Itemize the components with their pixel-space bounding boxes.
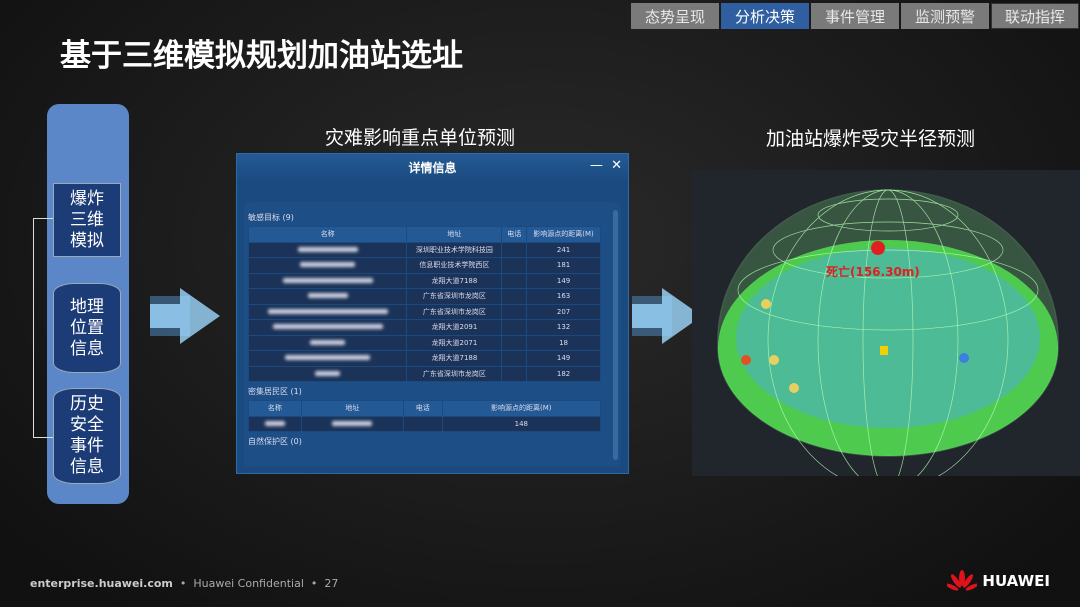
address-cell: 深圳职业技术学院科技园	[406, 241, 503, 258]
gas-station-icon[interactable]	[880, 346, 888, 355]
name-cell	[247, 303, 408, 320]
block-geo-info: 地理 位置 信息	[53, 283, 121, 373]
tab-monitoring[interactable]: 监测预警	[901, 3, 989, 29]
distance-cell: 149	[526, 350, 601, 367]
phone-cell	[501, 288, 528, 305]
table-row[interactable]: 龙翔大道2091 132	[247, 319, 601, 336]
table-row[interactable]: 信息职业技术学院西区 181	[247, 257, 601, 274]
distance-cell: 148	[441, 415, 602, 432]
phone-cell	[501, 257, 528, 274]
caption-impact: 灾难影响重点单位预测	[325, 127, 516, 149]
name-cell	[247, 241, 408, 258]
footer-confidential: Huawei Confidential	[193, 577, 304, 590]
col-distance: 影响源点的距离(M)	[526, 226, 601, 243]
brand-name: HUAWEI	[982, 572, 1050, 590]
distance-cell: 207	[526, 303, 601, 320]
poi-icon[interactable]	[959, 353, 969, 363]
col-address: 地址	[300, 400, 404, 417]
table-row[interactable]: 龙翔大道7188 149	[247, 272, 601, 289]
death-radius-label: 死亡(156.30m)	[826, 264, 920, 279]
section-nature: 自然保护区 (0)	[248, 437, 302, 446]
phone-cell	[501, 303, 528, 320]
huawei-flower-icon	[947, 570, 978, 591]
sensitive-table: 名称 地址 电话 影响源点的距离(M) 深圳职业技术学院科技园 241 信息职业技术学院西…	[247, 226, 601, 382]
explosion-marker-icon[interactable]	[871, 241, 885, 255]
huawei-logo: HUAWEI	[947, 570, 1050, 592]
block-history-info: 历史 安全 事件 信息	[53, 388, 121, 484]
col-distance: 影响源点的距离(M)	[441, 400, 602, 417]
phone-cell	[501, 319, 528, 336]
table-row[interactable]: 广东省深圳市龙岗区 163	[247, 288, 601, 305]
poi-icon[interactable]	[789, 383, 799, 393]
col-name: 名称	[248, 400, 302, 417]
name-cell	[247, 257, 408, 274]
distance-cell: 18	[526, 334, 601, 351]
tab-events[interactable]: 事件管理	[811, 3, 899, 29]
tab-command[interactable]: 联动指挥	[991, 3, 1079, 29]
residential-table: 名称 地址 电话 影响源点的距离(M) 148	[248, 400, 602, 432]
top-nav: 态势呈现 分析决策 事件管理 监测预警 联动指挥	[631, 3, 1079, 29]
tab-situation[interactable]: 态势呈现	[631, 3, 719, 29]
table-row[interactable]: 148	[248, 415, 602, 432]
caption-radius: 加油站爆炸受灾半径预测	[766, 128, 976, 150]
table-row[interactable]: 深圳职业技术学院科技园 241	[247, 241, 601, 258]
distance-cell: 149	[526, 272, 601, 289]
address-cell: 龙翔大道2091	[406, 319, 503, 336]
page-number: 27	[324, 577, 339, 590]
arrow-right-icon	[150, 288, 220, 344]
distance-cell: 163	[526, 288, 601, 305]
distance-cell: 182	[526, 365, 601, 382]
poi-icon[interactable]	[761, 299, 771, 309]
distance-cell: 181	[526, 257, 601, 274]
close-button[interactable]: ✕	[611, 158, 622, 173]
phone-cell	[501, 334, 528, 351]
minimize-button[interactable]: —	[590, 158, 603, 173]
col-phone: 电话	[402, 400, 443, 417]
poi-icon[interactable]	[769, 355, 779, 365]
name-cell	[247, 319, 408, 336]
phone-cell	[501, 350, 528, 367]
address-cell: 广东省深圳市龙岗区	[406, 303, 503, 320]
name-cell	[247, 272, 408, 289]
detail-dialog: 详情信息 — ✕ 敏感目标 (9) 名称 地址 电话 影响源点的距离(M) 深圳职业技…	[236, 153, 629, 474]
col-name: 名称	[247, 226, 408, 243]
table-row[interactable]: 龙翔大道2071 18	[247, 334, 601, 351]
block-explosion-sim: 爆炸 三维 模拟	[53, 183, 121, 257]
name-cell	[247, 365, 408, 382]
explosion-3d-view: 死亡(156.30m)	[692, 170, 1080, 476]
section-sensitive: 敏感目标 (9)	[248, 213, 294, 222]
name-cell	[247, 350, 408, 367]
distance-cell: 132	[526, 319, 601, 336]
address-cell: 龙翔大道7188	[406, 350, 503, 367]
col-phone: 电话	[501, 226, 528, 243]
table-row[interactable]: 龙翔大道7188 149	[247, 350, 601, 367]
section-residential: 密集居民区 (1)	[248, 387, 302, 396]
address-cell: 广东省深圳市龙岗区	[406, 365, 503, 382]
distance-cell: 241	[526, 241, 601, 258]
address-cell: 信息职业技术学院西区	[406, 257, 503, 274]
scrollbar[interactable]	[613, 210, 618, 460]
col-address: 地址	[406, 226, 503, 243]
name-cell	[247, 334, 408, 351]
phone-cell	[501, 241, 528, 258]
dialog-title: 详情信息	[237, 154, 628, 182]
address-cell: 龙翔大道7188	[406, 272, 503, 289]
address-cell: 龙翔大道2071	[406, 334, 503, 351]
footer: enterprise.huawei.com • Huawei Confident…	[30, 577, 339, 590]
name-cell	[247, 288, 408, 305]
page-title: 基于三维模拟规划加油站选址	[60, 38, 463, 74]
phone-cell	[501, 272, 528, 289]
phone-cell	[501, 365, 528, 382]
tab-analysis[interactable]: 分析决策	[721, 3, 809, 29]
footer-site: enterprise.huawei.com	[30, 577, 173, 590]
poi-icon[interactable]	[741, 355, 751, 365]
table-row[interactable]: 广东省深圳市龙岗区 182	[247, 365, 601, 382]
table-row[interactable]: 广东省深圳市龙岗区 207	[247, 303, 601, 320]
address-cell: 广东省深圳市龙岗区	[406, 288, 503, 305]
bracket-connector	[33, 218, 53, 438]
